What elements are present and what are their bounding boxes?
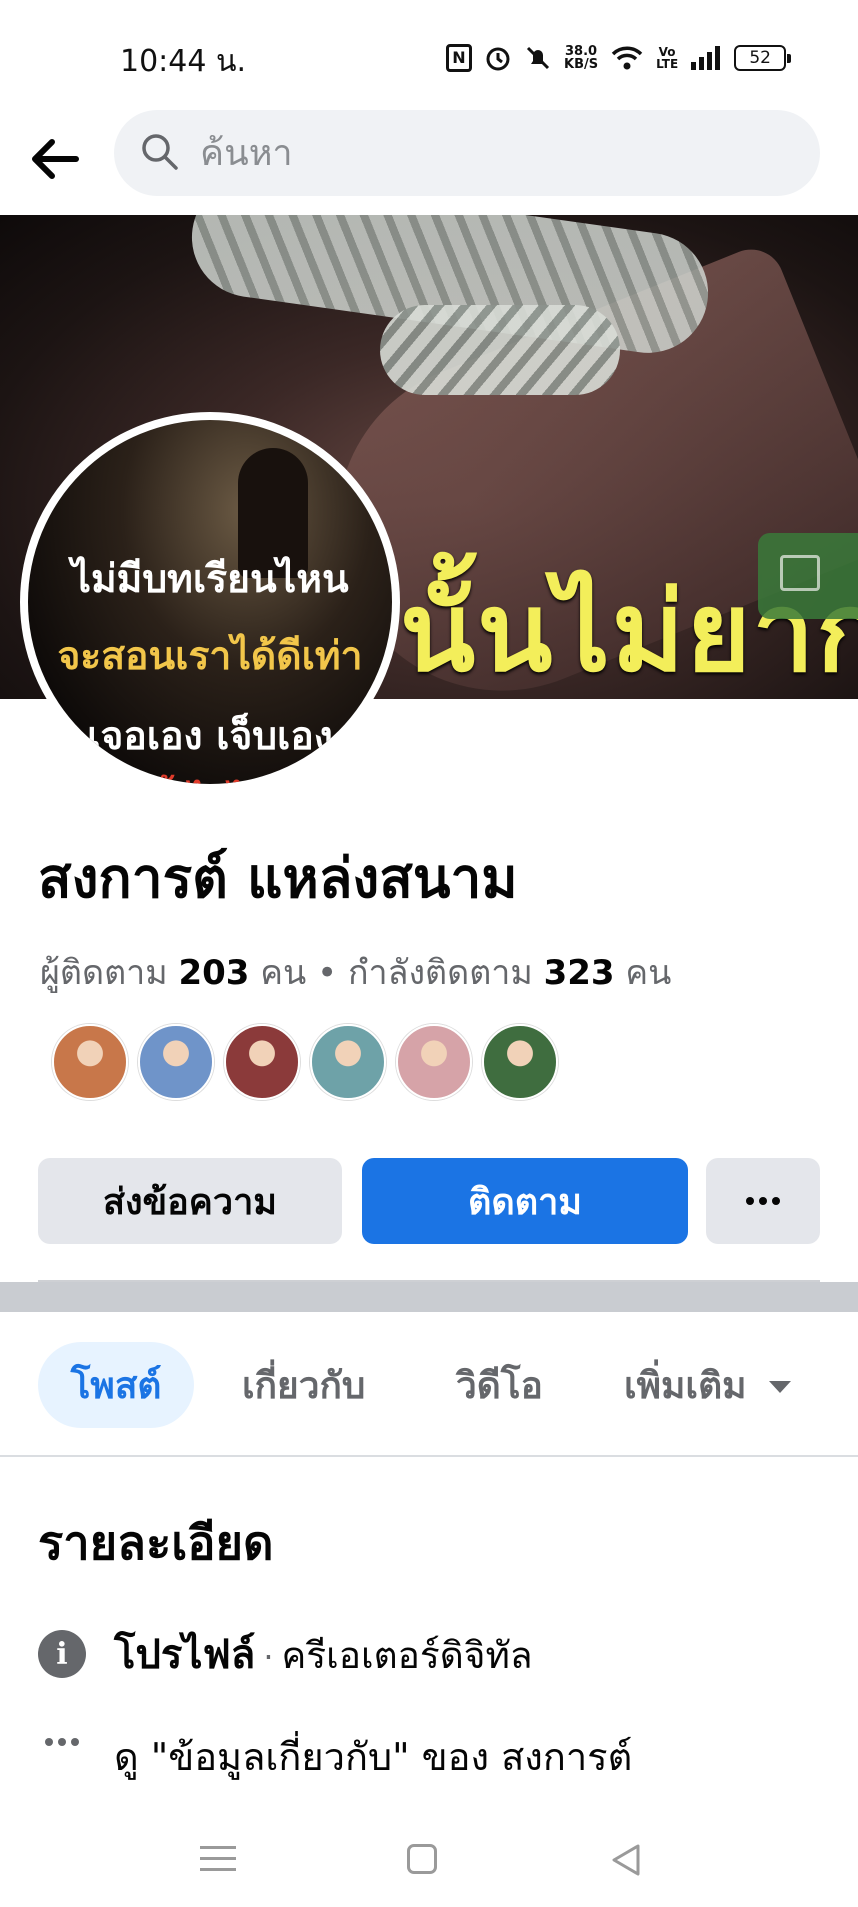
avatar-text-line-4: ยั้งไม่ได้ bbox=[28, 772, 392, 784]
tab-more-label: เพิ่มเติม bbox=[624, 1363, 747, 1407]
profile-tabs: โพสต์ เกี่ยวกับ วิดีโอ เพิ่มเติม bbox=[0, 1312, 858, 1457]
tab-about[interactable]: เกี่ยวกับ bbox=[242, 1342, 365, 1428]
ellipsis-icon bbox=[746, 1197, 780, 1205]
cover-expand-icon[interactable] bbox=[758, 533, 858, 619]
search-header bbox=[0, 110, 858, 215]
friend-avatar[interactable] bbox=[52, 1024, 128, 1100]
system-nav-bar bbox=[0, 1810, 858, 1907]
wifi-icon bbox=[610, 44, 644, 72]
friend-avatar[interactable] bbox=[310, 1024, 386, 1100]
detail-profile-row: i โปรไฟล์ · ครีเอเตอร์ดิจิทัล bbox=[38, 1624, 533, 1684]
following-count[interactable]: 323 bbox=[544, 953, 615, 993]
mute-bell-icon bbox=[524, 44, 552, 72]
ellipsis-icon bbox=[38, 1738, 86, 1746]
follow-stats: ผู้ติดตาม 203 คน • กำลังติดตาม 323 คน bbox=[40, 945, 671, 999]
friends-preview-row bbox=[52, 1024, 558, 1100]
back-button[interactable] bbox=[24, 126, 88, 190]
volte-bottom: LTE bbox=[656, 57, 679, 71]
following-unit: คน bbox=[614, 953, 672, 993]
volte-indicator: Vo LTE bbox=[656, 46, 678, 70]
info-icon: i bbox=[38, 1630, 86, 1678]
network-speed-unit: KB/S bbox=[564, 57, 599, 72]
alarm-icon bbox=[484, 44, 512, 72]
section-separator bbox=[0, 1282, 858, 1312]
friend-avatar[interactable] bbox=[224, 1024, 300, 1100]
profile-type-label: โปรไฟล์ bbox=[114, 1632, 256, 1678]
profile-picture[interactable]: ไม่มีบทเรียนไหน จะสอนเราได้ดีเท่า เจอเอง… bbox=[20, 412, 400, 792]
recent-apps-button[interactable] bbox=[196, 1840, 240, 1880]
status-icons: N 38.0 KB/S Vo LTE 52 bbox=[446, 38, 792, 78]
battery-icon: 52 bbox=[734, 45, 792, 71]
caret-down-icon bbox=[768, 1381, 791, 1393]
back-arrow-icon bbox=[32, 139, 79, 179]
profile-name: สงการต์ แหล่งสนาม bbox=[38, 846, 518, 910]
followers-unit: คน bbox=[249, 953, 307, 993]
friend-avatar[interactable] bbox=[396, 1024, 472, 1100]
following-label: กำลังติดตาม bbox=[347, 953, 544, 993]
search-bar[interactable] bbox=[114, 110, 820, 196]
status-time: 10:44 น. bbox=[120, 44, 247, 79]
search-icon bbox=[142, 134, 178, 170]
follow-button[interactable]: ติดตาม bbox=[362, 1158, 688, 1244]
nfc-icon: N bbox=[446, 44, 472, 72]
detail-about-row[interactable]: ดู "ข้อมูลเกี่ยวกับ" ของ สงการต์ bbox=[38, 1726, 632, 1786]
home-square-icon bbox=[407, 1844, 437, 1874]
friend-avatar[interactable] bbox=[482, 1024, 558, 1100]
friend-avatar[interactable] bbox=[138, 1024, 214, 1100]
avatar-text-line-2: จะสอนเราได้ดีเท่า bbox=[57, 634, 363, 679]
avatar-text-line-1: ไม่มีบทเรียนไหน bbox=[71, 557, 349, 602]
profile-category: ครีเอเตอร์ดิจิทัล bbox=[281, 1634, 533, 1677]
message-button[interactable]: ส่งข้อความ bbox=[38, 1158, 342, 1244]
back-triangle-icon bbox=[612, 1844, 640, 1876]
system-back-button[interactable] bbox=[604, 1840, 648, 1880]
followers-count[interactable]: 203 bbox=[178, 953, 249, 993]
home-button[interactable] bbox=[400, 1840, 444, 1880]
avatar-text-line-3: เจอเอง เจ็บเอง bbox=[87, 714, 333, 759]
about-link[interactable]: ดู "ข้อมูลเกี่ยวกับ" ของ สงการต์ bbox=[114, 1726, 632, 1787]
stats-separator: • bbox=[306, 953, 348, 993]
tab-videos[interactable]: วิดีโอ bbox=[456, 1342, 543, 1428]
signal-icon bbox=[690, 45, 722, 71]
followers-label: ผู้ติดตาม bbox=[40, 953, 179, 993]
network-speed: 38.0 KB/S bbox=[564, 45, 598, 71]
detail-separator: · bbox=[263, 1638, 274, 1676]
more-options-button[interactable] bbox=[706, 1158, 820, 1244]
status-bar: 10:44 น. N 38.0 KB/S Vo LTE 52 bbox=[0, 0, 858, 110]
search-input[interactable] bbox=[200, 110, 780, 196]
tab-posts[interactable]: โพสต์ bbox=[38, 1342, 194, 1428]
tab-more[interactable]: เพิ่มเติม bbox=[624, 1342, 791, 1428]
details-heading: รายละเอียด bbox=[38, 1516, 274, 1571]
